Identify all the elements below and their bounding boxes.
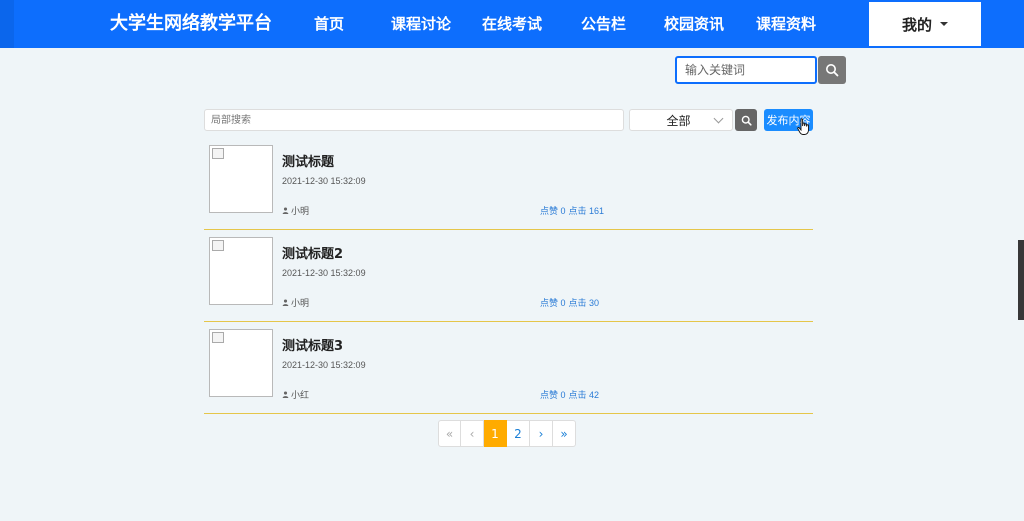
- keyword-search-input[interactable]: [675, 56, 817, 84]
- post-author-name: 小红: [291, 390, 310, 400]
- post-time: 2021-12-30 15:32:09: [282, 360, 366, 370]
- post-likes: 点赞 0: [540, 390, 566, 400]
- local-search-button[interactable]: [735, 109, 757, 131]
- post-title[interactable]: 测试标题2: [282, 243, 343, 262]
- post-stats: 点赞 0 点击 42: [540, 388, 602, 401]
- post-author: 小红: [282, 388, 309, 401]
- post-stats: 点赞 0 点击 30: [540, 296, 602, 309]
- post-title[interactable]: 测试标题: [282, 151, 334, 170]
- post-author-name: 小明: [291, 206, 310, 216]
- user-icon: [282, 299, 289, 306]
- post-clicks: 点击 161: [568, 206, 605, 216]
- search-icon: [741, 115, 752, 126]
- user-icon: [282, 391, 289, 398]
- post-thumbnail[interactable]: [209, 145, 273, 213]
- local-search-input[interactable]: [204, 109, 624, 131]
- my-account-dropdown[interactable]: 我的: [869, 2, 981, 46]
- post-likes: 点赞 0: [540, 298, 566, 308]
- nav-left-edge: [0, 0, 14, 48]
- nav-item-online-exam[interactable]: 在线考试: [482, 0, 542, 48]
- search-icon: [826, 64, 839, 77]
- post-author-name: 小明: [291, 298, 310, 308]
- post-time: 2021-12-30 15:32:09: [282, 176, 366, 186]
- nav-right-edge: [982, 0, 1024, 48]
- nav-item-bulletin[interactable]: 公告栏: [581, 0, 626, 48]
- pagination-page-2[interactable]: 2: [507, 420, 530, 447]
- post-stats: 点赞 0 点击 161: [540, 204, 607, 217]
- pagination-next[interactable]: ›: [530, 420, 553, 447]
- list-item[interactable]: 测试标题3 2021-12-30 15:32:09 小红 点赞 0 点击 42: [204, 329, 813, 414]
- broken-image-icon: [212, 332, 224, 343]
- hand-cursor-icon: [797, 118, 809, 135]
- user-icon: [282, 207, 289, 214]
- pagination-page-1[interactable]: 1: [484, 420, 507, 447]
- broken-image-icon: [212, 240, 224, 251]
- post-title[interactable]: 测试标题3: [282, 335, 343, 354]
- brand-title[interactable]: 大学生网络教学平台: [110, 0, 272, 48]
- post-time: 2021-12-30 15:32:09: [282, 268, 366, 278]
- post-clicks: 点击 42: [568, 390, 600, 400]
- post-thumbnail[interactable]: [209, 237, 273, 305]
- list-item[interactable]: 测试标题 2021-12-30 15:32:09 小明 点赞 0 点击 161: [204, 145, 813, 230]
- category-select[interactable]: 全部: [629, 109, 733, 131]
- category-select-value: 全部: [666, 113, 691, 128]
- pagination-prev[interactable]: ‹: [461, 420, 484, 447]
- top-navbar: 大学生网络教学平台 首页 课程讨论 在线考试 公告栏 校园资讯 课程资料 我的: [0, 0, 1024, 48]
- list-item[interactable]: 测试标题2 2021-12-30 15:32:09 小明 点赞 0 点击 30: [204, 237, 813, 322]
- pagination-last[interactable]: »: [553, 420, 576, 447]
- nav-item-campus-news[interactable]: 校园资讯: [664, 0, 724, 48]
- chevron-down-icon: [713, 113, 724, 124]
- post-likes: 点赞 0: [540, 206, 566, 216]
- pagination: « ‹ 1 2 › »: [438, 420, 576, 447]
- post-clicks: 点击 30: [568, 298, 600, 308]
- caret-down-icon: [940, 22, 948, 26]
- post-author: 小明: [282, 204, 309, 217]
- nav-item-course-materials[interactable]: 课程资料: [756, 0, 816, 48]
- scrollbar[interactable]: [1018, 240, 1024, 320]
- post-author: 小明: [282, 296, 309, 309]
- nav-item-course-discussion[interactable]: 课程讨论: [391, 0, 451, 48]
- keyword-search-button[interactable]: [818, 56, 846, 84]
- broken-image-icon: [212, 148, 224, 159]
- pagination-first[interactable]: «: [438, 420, 461, 447]
- nav-item-home[interactable]: 首页: [314, 0, 344, 48]
- post-thumbnail[interactable]: [209, 329, 273, 397]
- my-account-label: 我的: [901, 15, 932, 34]
